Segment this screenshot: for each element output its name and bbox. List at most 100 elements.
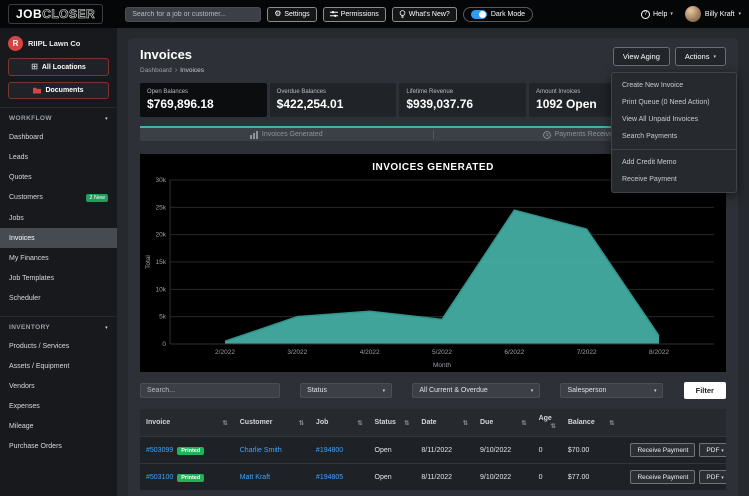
sidebar-item-quotes[interactable]: Quotes <box>0 167 117 187</box>
customer-link[interactable]: Charlie Smith <box>240 447 282 454</box>
settings-button[interactable]: ⚙ Settings <box>267 7 316 22</box>
breadcrumb-dashboard[interactable]: Dashboard <box>140 67 172 74</box>
column-header-date[interactable]: Date⇅ <box>415 409 474 437</box>
chevron-down-icon: ▾ <box>670 11 673 17</box>
sidebar-item-jobs[interactable]: Jobs <box>0 208 117 228</box>
column-header-status[interactable]: Status⇅ <box>369 409 416 437</box>
sidebar-item-vendors[interactable]: Vendors <box>0 376 117 396</box>
documents-button[interactable]: Documents <box>8 82 109 99</box>
actions-dropdown-menu: Create New InvoicePrint Queue (0 Need Ac… <box>611 72 737 193</box>
menu-item-add-credit-memo[interactable]: Add Credit Memo <box>612 154 736 171</box>
gear-icon: ⚙ <box>274 10 281 18</box>
folder-icon <box>33 87 41 94</box>
user-menu[interactable]: Billy Kraft ▾ <box>685 6 741 22</box>
table-row: #503099PrintedCharlie Smith#194800Open8/… <box>140 437 726 464</box>
stat-card-lifetime-revenue[interactable]: Lifetime Revenue$939,037.76 <box>399 83 526 117</box>
tab-label: Invoices Generated <box>262 131 323 138</box>
sort-icon[interactable]: ⇅ <box>463 419 468 427</box>
sidebar-item-scheduler[interactable]: Scheduler <box>0 288 117 308</box>
printed-badge: Printed <box>177 474 204 482</box>
status-select-value: Status <box>307 387 327 394</box>
menu-item-search-payments[interactable]: Search Payments <box>612 128 736 145</box>
sidebar-section-workflow[interactable]: WORKFLOW▾ <box>0 107 117 127</box>
invoice-link[interactable]: #503099 <box>146 447 173 454</box>
status-select[interactable]: Status ▾ <box>300 383 392 398</box>
sidebar-item-purchase-orders[interactable]: Purchase Orders <box>0 436 117 456</box>
chevron-down-icon: ▾ <box>721 475 724 481</box>
breadcrumb: Dashboard › Invoices <box>140 67 204 74</box>
sidebar-item-label: Mileage <box>9 423 34 430</box>
receive-payment-button[interactable]: Receive Payment <box>630 470 695 484</box>
column-header-age[interactable]: Age⇅ <box>533 409 562 437</box>
salesperson-select[interactable]: Salesperson ▾ <box>560 383 663 398</box>
area-chart-svg: 05k10k15k20k25k30k2/20223/20224/20225/20… <box>144 174 722 370</box>
help-menu[interactable]: ? Help ▾ <box>641 10 673 19</box>
sidebar-item-mileage[interactable]: Mileage <box>0 416 117 436</box>
whats-new-button[interactable]: What's New? <box>392 7 457 22</box>
column-header-job[interactable]: Job⇅ <box>310 409 369 437</box>
job-link[interactable]: #194800 <box>316 447 343 454</box>
sidebar-item-label: My Finances <box>9 255 49 262</box>
sidebar-item-job-templates[interactable]: Job Templates <box>0 268 117 288</box>
stat-card-overdue-balances[interactable]: Overdue Balances$422,254.01 <box>270 83 397 117</box>
job-link[interactable]: #194805 <box>316 474 343 481</box>
actions-button[interactable]: Actions ▾ <box>675 47 726 66</box>
customer-link[interactable]: Matt Kraft <box>240 474 270 481</box>
grid-icon: ⊞ <box>31 63 38 71</box>
table-search-input[interactable] <box>140 383 280 398</box>
menu-item-create-new-invoice[interactable]: Create New Invoice <box>612 77 736 94</box>
help-icon: ? <box>641 10 650 19</box>
sort-icon[interactable]: ⇅ <box>222 419 227 427</box>
column-header-invoice[interactable]: Invoice⇅ <box>140 409 234 437</box>
company-switcher[interactable]: R RIIPL Lawn Co <box>0 28 117 58</box>
receive-payment-button[interactable]: Receive Payment <box>630 443 695 457</box>
row-actions-cell: Receive Payment PDF ▾ <box>620 464 726 491</box>
stat-value: $939,037.76 <box>406 97 519 111</box>
panel-header: Invoices Dashboard › Invoices View Aging… <box>140 47 726 74</box>
sidebar-item-products-services[interactable]: Products / Services <box>0 336 117 356</box>
sort-icon[interactable]: ⇅ <box>550 422 555 430</box>
sort-icon[interactable]: ⇅ <box>404 419 409 427</box>
toggle-switch-icon[interactable] <box>471 10 487 19</box>
sidebar-item-my-finances[interactable]: My Finances <box>0 248 117 268</box>
pdf-button[interactable]: PDF ▾ <box>699 470 726 484</box>
sort-icon[interactable]: ⇅ <box>521 419 526 427</box>
sidebar-item-dashboard[interactable]: Dashboard <box>0 127 117 147</box>
sidebar-item-expenses[interactable]: Expenses <box>0 396 117 416</box>
sidebar-item-invoices[interactable]: Invoices <box>0 228 117 248</box>
user-avatar <box>685 6 701 22</box>
sort-icon[interactable]: ⇅ <box>298 419 303 427</box>
svg-text:6/2022: 6/2022 <box>504 349 524 356</box>
all-locations-button[interactable]: ⊞ All Locations <box>8 58 109 76</box>
section-label: WORKFLOW <box>9 115 52 122</box>
current-overdue-select[interactable]: All Current & Overdue ▾ <box>412 383 540 398</box>
column-header-balance[interactable]: Balance⇅ <box>562 409 621 437</box>
menu-item-receive-payment[interactable]: Receive Payment <box>612 171 736 188</box>
sidebar-item-assets-equipment[interactable]: Assets / Equipment <box>0 356 117 376</box>
sidebar-item-label: Job Templates <box>9 275 54 282</box>
sort-icon[interactable]: ⇅ <box>357 419 362 427</box>
permissions-button[interactable]: Permissions <box>323 7 386 22</box>
sidebar-section-inventory[interactable]: INVENTORY▾ <box>0 316 117 336</box>
invoice-link[interactable]: #503100 <box>146 474 173 481</box>
sidebar-item-leads[interactable]: Leads <box>0 147 117 167</box>
sort-icon[interactable]: ⇅ <box>609 419 614 427</box>
view-aging-button[interactable]: View Aging <box>613 47 670 66</box>
column-header-due[interactable]: Due⇅ <box>474 409 533 437</box>
filter-button[interactable]: Filter <box>684 382 726 399</box>
sidebar-item-customers[interactable]: Customers2 New <box>0 187 117 208</box>
tab-invoices-generated[interactable]: Invoices Generated <box>140 128 433 141</box>
menu-item-print-queue-0-need-action[interactable]: Print Queue (0 Need Action) <box>612 94 736 111</box>
sidebar-item-label: Scheduler <box>9 295 41 302</box>
toggle-knob <box>479 11 486 18</box>
svg-text:2/2022: 2/2022 <box>215 349 235 356</box>
menu-item-view-all-unpaid-invoices[interactable]: View All Unpaid Invoices <box>612 111 736 128</box>
section-label: INVENTORY <box>9 324 50 331</box>
invoices-chart: 05k10k15k20k25k30k2/20223/20224/20225/20… <box>144 174 722 370</box>
dark-mode-toggle[interactable]: Dark Mode <box>463 7 533 22</box>
pdf-button[interactable]: PDF ▾ <box>699 443 726 457</box>
stat-card-open-balances[interactable]: Open Balances$769,896.18 <box>140 83 267 117</box>
column-header-customer[interactable]: Customer⇅ <box>234 409 310 437</box>
tab-label: Payments Received <box>555 131 617 138</box>
global-search-input[interactable] <box>125 7 261 22</box>
